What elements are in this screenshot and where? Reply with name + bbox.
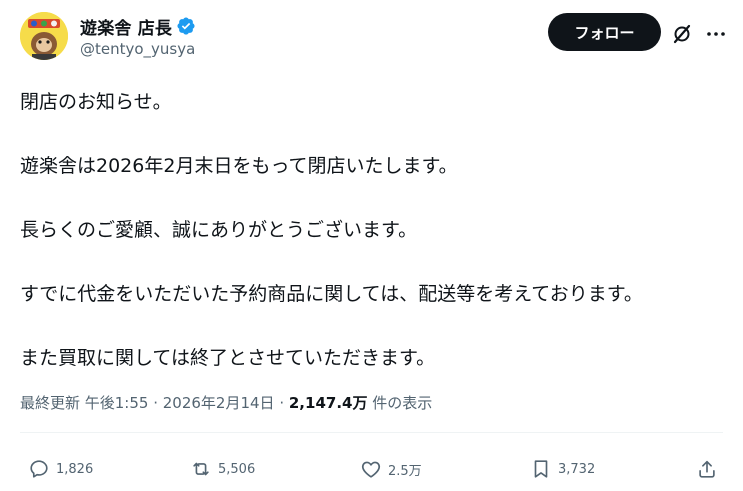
reply-button[interactable]: 1,826 xyxy=(28,455,93,483)
handle[interactable]: @tentyo_yusya xyxy=(80,40,196,58)
avatar[interactable] xyxy=(20,12,68,60)
display-name[interactable]: 遊楽舎 店長 xyxy=(80,14,172,39)
repost-icon xyxy=(193,462,209,476)
repost-count: 5,506 xyxy=(218,461,256,477)
tweet-text: 閉店のお知らせ。 遊楽舎は2026年2月末日をもって閉店いたします。 長らくのご… xyxy=(20,85,730,375)
divider xyxy=(20,432,723,433)
grok-icon[interactable] xyxy=(670,22,694,46)
action-bar: 1,826 5,506 2.5万 3,732 xyxy=(20,455,730,483)
display-name-row: 遊楽舎 店長 xyxy=(80,14,196,39)
repost-button[interactable]: 5,506 xyxy=(190,455,255,483)
views-count: 2,147.4万 xyxy=(288,394,368,412)
bookmark-icon xyxy=(534,460,548,478)
author-names: 遊楽舎 店長 @tentyo_yusya xyxy=(80,14,196,58)
verified-badge-icon xyxy=(176,16,196,36)
edited-timestamp[interactable]: 最終更新 午後1:55 · 2026年2月14日 · xyxy=(20,394,289,412)
tweet-paragraph: 閉店のお知らせ。 xyxy=(20,91,172,113)
more-options-icon[interactable] xyxy=(704,22,728,46)
bookmark-count: 3,732 xyxy=(558,461,596,477)
like-count: 2.5万 xyxy=(388,463,422,479)
reply-count: 1,826 xyxy=(56,461,94,477)
tweet-paragraph: また買取に関しては終了とさせていただきます。 xyxy=(20,347,436,369)
share-button[interactable] xyxy=(696,455,724,483)
tweet-paragraph: 遊楽舎は2026年2月末日をもって閉店いたします。 xyxy=(20,155,458,177)
tweet-paragraph: 長らくのご愛顧、誠にありがとうございます。 xyxy=(20,219,418,241)
heart-icon xyxy=(361,461,381,478)
follow-button[interactable]: フォロー xyxy=(548,13,661,51)
reply-icon xyxy=(30,460,48,478)
tweet-header: 遊楽舎 店長 @tentyo_yusya フォロー xyxy=(20,12,730,62)
share-icon xyxy=(699,460,715,478)
tweet-paragraph: すでに代金をいただいた予約商品に関しては、配送等を考えております。 xyxy=(20,283,643,305)
like-button[interactable]: 2.5万 xyxy=(360,455,422,483)
bookmark-button[interactable]: 3,732 xyxy=(530,455,595,483)
views-label: 件の表示 xyxy=(367,394,433,412)
tweet-meta: 最終更新 午後1:55 · 2026年2月14日 · 2,147.4万 件の表示 xyxy=(20,392,432,413)
